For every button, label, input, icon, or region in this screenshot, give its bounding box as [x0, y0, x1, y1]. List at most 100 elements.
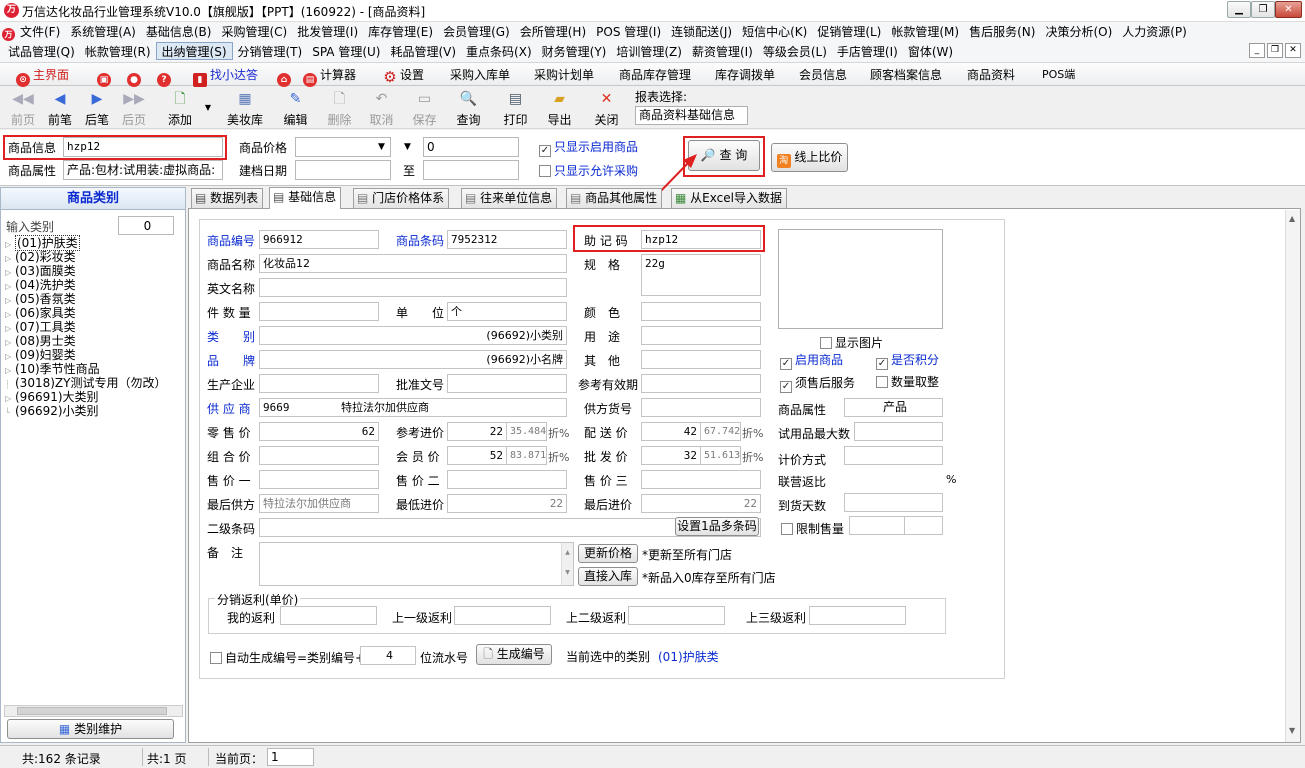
- menu-basic-info[interactable]: 基础信息(B): [141, 23, 217, 41]
- ref-in-input[interactable]: 22: [447, 422, 507, 441]
- beauty-lib-button[interactable]: ▦ 美妆库: [224, 89, 266, 127]
- close-window-button[interactable]: ✕: [1275, 1, 1302, 18]
- add-dropdown-arrow[interactable]: ▼: [203, 101, 213, 115]
- qty-input[interactable]: [259, 302, 379, 321]
- menu-decision[interactable]: 决策分析(O): [1040, 23, 1117, 41]
- date-to-input[interactable]: [423, 160, 519, 180]
- menu-spa[interactable]: SPA 管理(U): [307, 43, 385, 61]
- quick-pos[interactable]: POS端: [1042, 66, 1075, 84]
- menu-file[interactable]: 文件(F): [15, 23, 65, 41]
- my-rebate-input[interactable]: [280, 606, 377, 625]
- wholesale-price-input[interactable]: 32: [641, 446, 701, 465]
- trial-max-input[interactable]: [854, 422, 943, 441]
- current-page-input[interactable]: 1: [267, 748, 314, 766]
- limit-input[interactable]: [849, 516, 905, 535]
- menu-inventory[interactable]: 库存管理(E): [363, 23, 438, 41]
- approval-input[interactable]: [447, 374, 567, 393]
- tree-item-wash[interactable]: ▷ (04)洗护类: [5, 278, 166, 292]
- quick-purchase-plan[interactable]: 采购计划单: [534, 66, 594, 84]
- menu-pos[interactable]: POS 管理(I): [591, 23, 666, 41]
- limit-checkbox[interactable]: 限制售量: [781, 520, 844, 537]
- pricing-select[interactable]: [844, 446, 943, 465]
- multi-barcode-button[interactable]: 设置1品多条码: [675, 517, 759, 536]
- up2-rebate-input[interactable]: [628, 606, 725, 625]
- category-maint-button[interactable]: ▦ 类别维护: [7, 719, 174, 739]
- menu-salary[interactable]: 薪资管理(I): [687, 43, 758, 61]
- export-button[interactable]: ▰ 导出: [542, 89, 577, 127]
- auto-digits-input[interactable]: 4: [360, 646, 416, 665]
- cancel-button[interactable]: ↶ 取消: [364, 89, 399, 127]
- tab-other-attrs[interactable]: ▤ 商品其他属性: [566, 188, 663, 208]
- online-compare-button[interactable]: 淘 线上比价: [771, 143, 848, 172]
- menu-hr[interactable]: 人力资源(P): [1117, 23, 1192, 41]
- menu-finance[interactable]: 财务管理(Y): [537, 43, 612, 61]
- price-from-input[interactable]: [295, 137, 391, 157]
- tab-store-price[interactable]: ▤ 门店价格体系: [353, 188, 450, 208]
- expiry-input[interactable]: [641, 374, 761, 393]
- maker-input[interactable]: [259, 374, 379, 393]
- save-button[interactable]: ▭ 保存: [407, 89, 442, 127]
- generate-code-button[interactable]: 🗋 生成编号: [476, 644, 552, 665]
- prop-select[interactable]: 产品: [844, 398, 943, 417]
- price-dropdown-icon[interactable]: ▼: [378, 142, 385, 152]
- quick-product-data[interactable]: 商品资料: [967, 66, 1015, 84]
- tree-item-big[interactable]: ▷ (96691)大类别: [5, 390, 166, 404]
- tree-item-men[interactable]: ▷ (08)男士类: [5, 334, 166, 348]
- quick-chat[interactable]: ●: [127, 66, 144, 87]
- tree-item-skincare[interactable]: ▷ (01)护肤类: [5, 235, 166, 251]
- price2-input[interactable]: [447, 470, 567, 489]
- menu-distribution[interactable]: 分销管理(T): [233, 43, 308, 61]
- app-menu-icon[interactable]: 万: [2, 28, 15, 41]
- close-button[interactable]: ✕ 关闭: [589, 89, 624, 127]
- member-pct[interactable]: 83.871: [506, 446, 547, 465]
- sidebar-hscroll[interactable]: [4, 705, 183, 717]
- quick-member-info[interactable]: 会员信息: [799, 66, 847, 84]
- scroll-up-icon[interactable]: ▲: [1289, 214, 1295, 223]
- en-name-input[interactable]: [259, 278, 567, 297]
- note-textarea[interactable]: ▲ ▼: [259, 542, 574, 586]
- quick-customer-file[interactable]: 顾客档案信息: [870, 66, 942, 84]
- menu-club[interactable]: 会所管理(H): [515, 23, 591, 41]
- dist-pct[interactable]: 67.742: [700, 422, 741, 441]
- menu-training[interactable]: 培训管理(Z): [611, 43, 687, 61]
- up3-rebate-input[interactable]: [809, 606, 906, 625]
- combo-price-input[interactable]: [259, 446, 379, 465]
- unit-input[interactable]: 个: [447, 302, 567, 321]
- quick-help[interactable]: ?: [157, 66, 174, 87]
- tree-item-tools[interactable]: ▷ (07)工具类: [5, 320, 166, 334]
- barcode-input[interactable]: 7952312: [447, 230, 567, 249]
- quick-stock-mgmt[interactable]: 商品库存管理: [619, 66, 691, 84]
- next-record-button[interactable]: ▶ 后笔: [82, 89, 112, 127]
- menu-accounts-2[interactable]: 帐款管理(R): [80, 43, 156, 61]
- menu-sms[interactable]: 短信中心(K): [737, 23, 812, 41]
- quick-home-2[interactable]: ⌂: [277, 66, 294, 87]
- supplier-field[interactable]: 9669 特拉法尔加供应商: [259, 398, 567, 417]
- price-to-input[interactable]: 0: [423, 137, 519, 157]
- report-select[interactable]: 商品资料基础信息: [635, 106, 748, 125]
- product-attr-select[interactable]: 产品:包材:试用装:虚拟商品:: [63, 160, 223, 180]
- menu-hand-store[interactable]: 手店管理(I): [832, 43, 903, 61]
- product-image-box[interactable]: [778, 229, 943, 329]
- other-input[interactable]: [641, 350, 761, 369]
- dist-price-input[interactable]: 42: [641, 422, 701, 441]
- product-info-input[interactable]: hzp12: [63, 137, 223, 157]
- quick-lock[interactable]: ▣: [97, 66, 114, 87]
- auto-code-checkbox[interactable]: 自动生成编号=类别编号+: [210, 649, 365, 666]
- menu-purchase[interactable]: 采购管理(C): [216, 23, 292, 41]
- restore-button[interactable]: ❐: [1251, 1, 1275, 18]
- up1-rebate-input[interactable]: [454, 606, 551, 625]
- enabled-checkbox[interactable]: ✓ 启用商品: [780, 351, 843, 370]
- quick-purchase-in[interactable]: 采购入库单: [450, 66, 510, 84]
- quick-ask[interactable]: ▮ 找小达答: [193, 66, 258, 87]
- color-input[interactable]: [641, 302, 761, 321]
- member-price-input[interactable]: 52: [447, 446, 507, 465]
- tree-item-makeup[interactable]: ▷ (02)彩妆类: [5, 250, 166, 264]
- points-checkbox[interactable]: ✓ 是否积分: [876, 351, 939, 370]
- menu-system[interactable]: 系统管理(A): [65, 23, 141, 41]
- delete-button[interactable]: 🗋 删除: [322, 89, 357, 127]
- price-operator-icon[interactable]: ▼: [404, 142, 411, 152]
- menu-after-sales[interactable]: 售后服务(N): [964, 23, 1040, 41]
- mnemonic-input[interactable]: hzp12: [641, 230, 761, 249]
- category-select[interactable]: (96692)小类别: [259, 326, 567, 345]
- tab-partners[interactable]: ▤ 往来单位信息: [461, 188, 558, 208]
